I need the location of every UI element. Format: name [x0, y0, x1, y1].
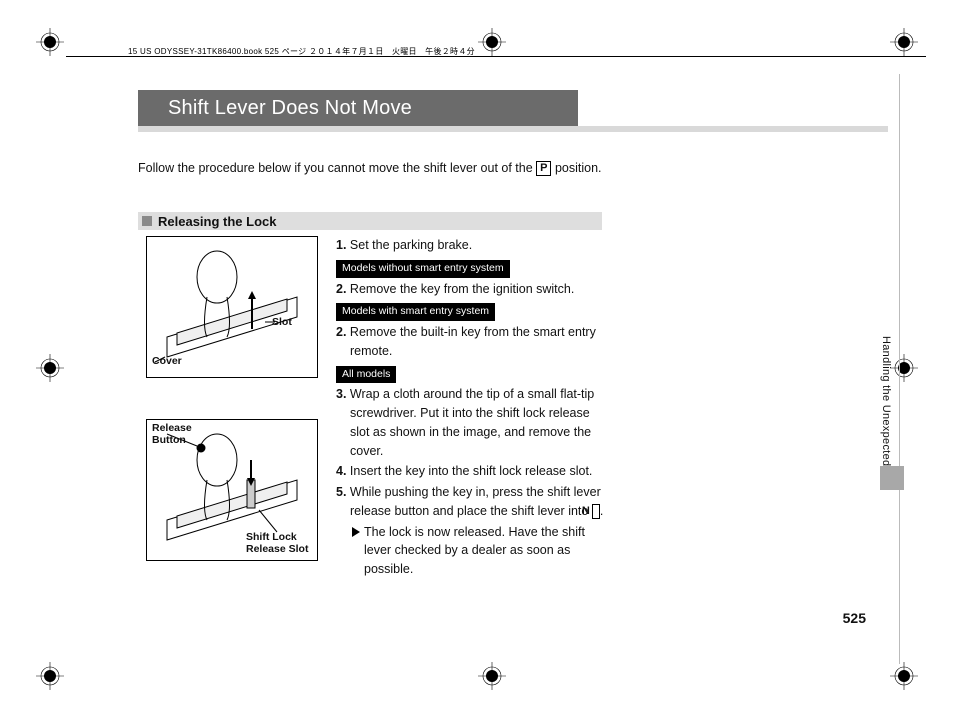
step-3: 3. Wrap a cloth around the tip of a smal… [336, 385, 606, 460]
trim-line [899, 74, 900, 664]
section-tab-marker [880, 466, 904, 490]
step-4: 4. Insert the key into the shift lock re… [336, 462, 606, 481]
crop-mark-icon [890, 28, 918, 56]
crop-mark-icon [36, 354, 64, 382]
crop-mark-icon [890, 354, 918, 382]
page-title: Shift Lever Does Not Move [138, 97, 412, 120]
header-rule [66, 56, 926, 57]
square-bullet-icon [142, 216, 152, 226]
step-2b: 2. Remove the built-in key from the smar… [336, 323, 606, 361]
procedure-steps: 1. Set the parking brake. Models without… [336, 236, 606, 581]
triangle-bullet-icon [352, 527, 360, 537]
callout-slot: Slot [272, 317, 292, 329]
section-subheading: Releasing the Lock [138, 212, 602, 230]
crop-mark-icon [478, 662, 506, 690]
callout-shift-lock-release-slot: Shift Lock Release Slot [246, 532, 316, 555]
document-page: 15 US ODYSSEY-31TK86400.book 525 ページ ２０１… [18, 14, 936, 704]
intro-paragraph: Follow the procedure below if you cannot… [138, 159, 758, 177]
step-2a: 2. Remove the key from the ignition swit… [336, 280, 606, 299]
subheading-text: Releasing the Lock [158, 214, 276, 229]
crop-mark-icon [36, 662, 64, 690]
intro-text-pre: Follow the procedure below if you cannot… [138, 161, 536, 175]
callout-cover: Cover [152, 356, 182, 368]
tag-models-without-smart: Models without smart entry system [336, 260, 510, 278]
step-5: 5. While pushing the key in, press the s… [336, 483, 606, 521]
title-underline [138, 126, 888, 132]
crop-mark-icon [36, 28, 64, 56]
gear-n-box: N [592, 504, 600, 519]
crop-mark-icon [478, 28, 506, 56]
tag-all-models: All models [336, 366, 396, 384]
step-1: 1. Set the parking brake. [336, 236, 606, 255]
crop-mark-icon [890, 662, 918, 690]
section-tab-label: Handling the Unexpected [880, 336, 892, 466]
page-number: 525 [843, 610, 866, 626]
gear-p-box: P [536, 161, 551, 176]
tag-models-with-smart: Models with smart entry system [336, 303, 495, 321]
step-5-result: The lock is now released. Have the shift… [336, 523, 606, 579]
intro-text-post: position. [551, 161, 601, 175]
callout-release-button: Release Button [152, 423, 202, 446]
page-title-block: Shift Lever Does Not Move [138, 90, 578, 126]
